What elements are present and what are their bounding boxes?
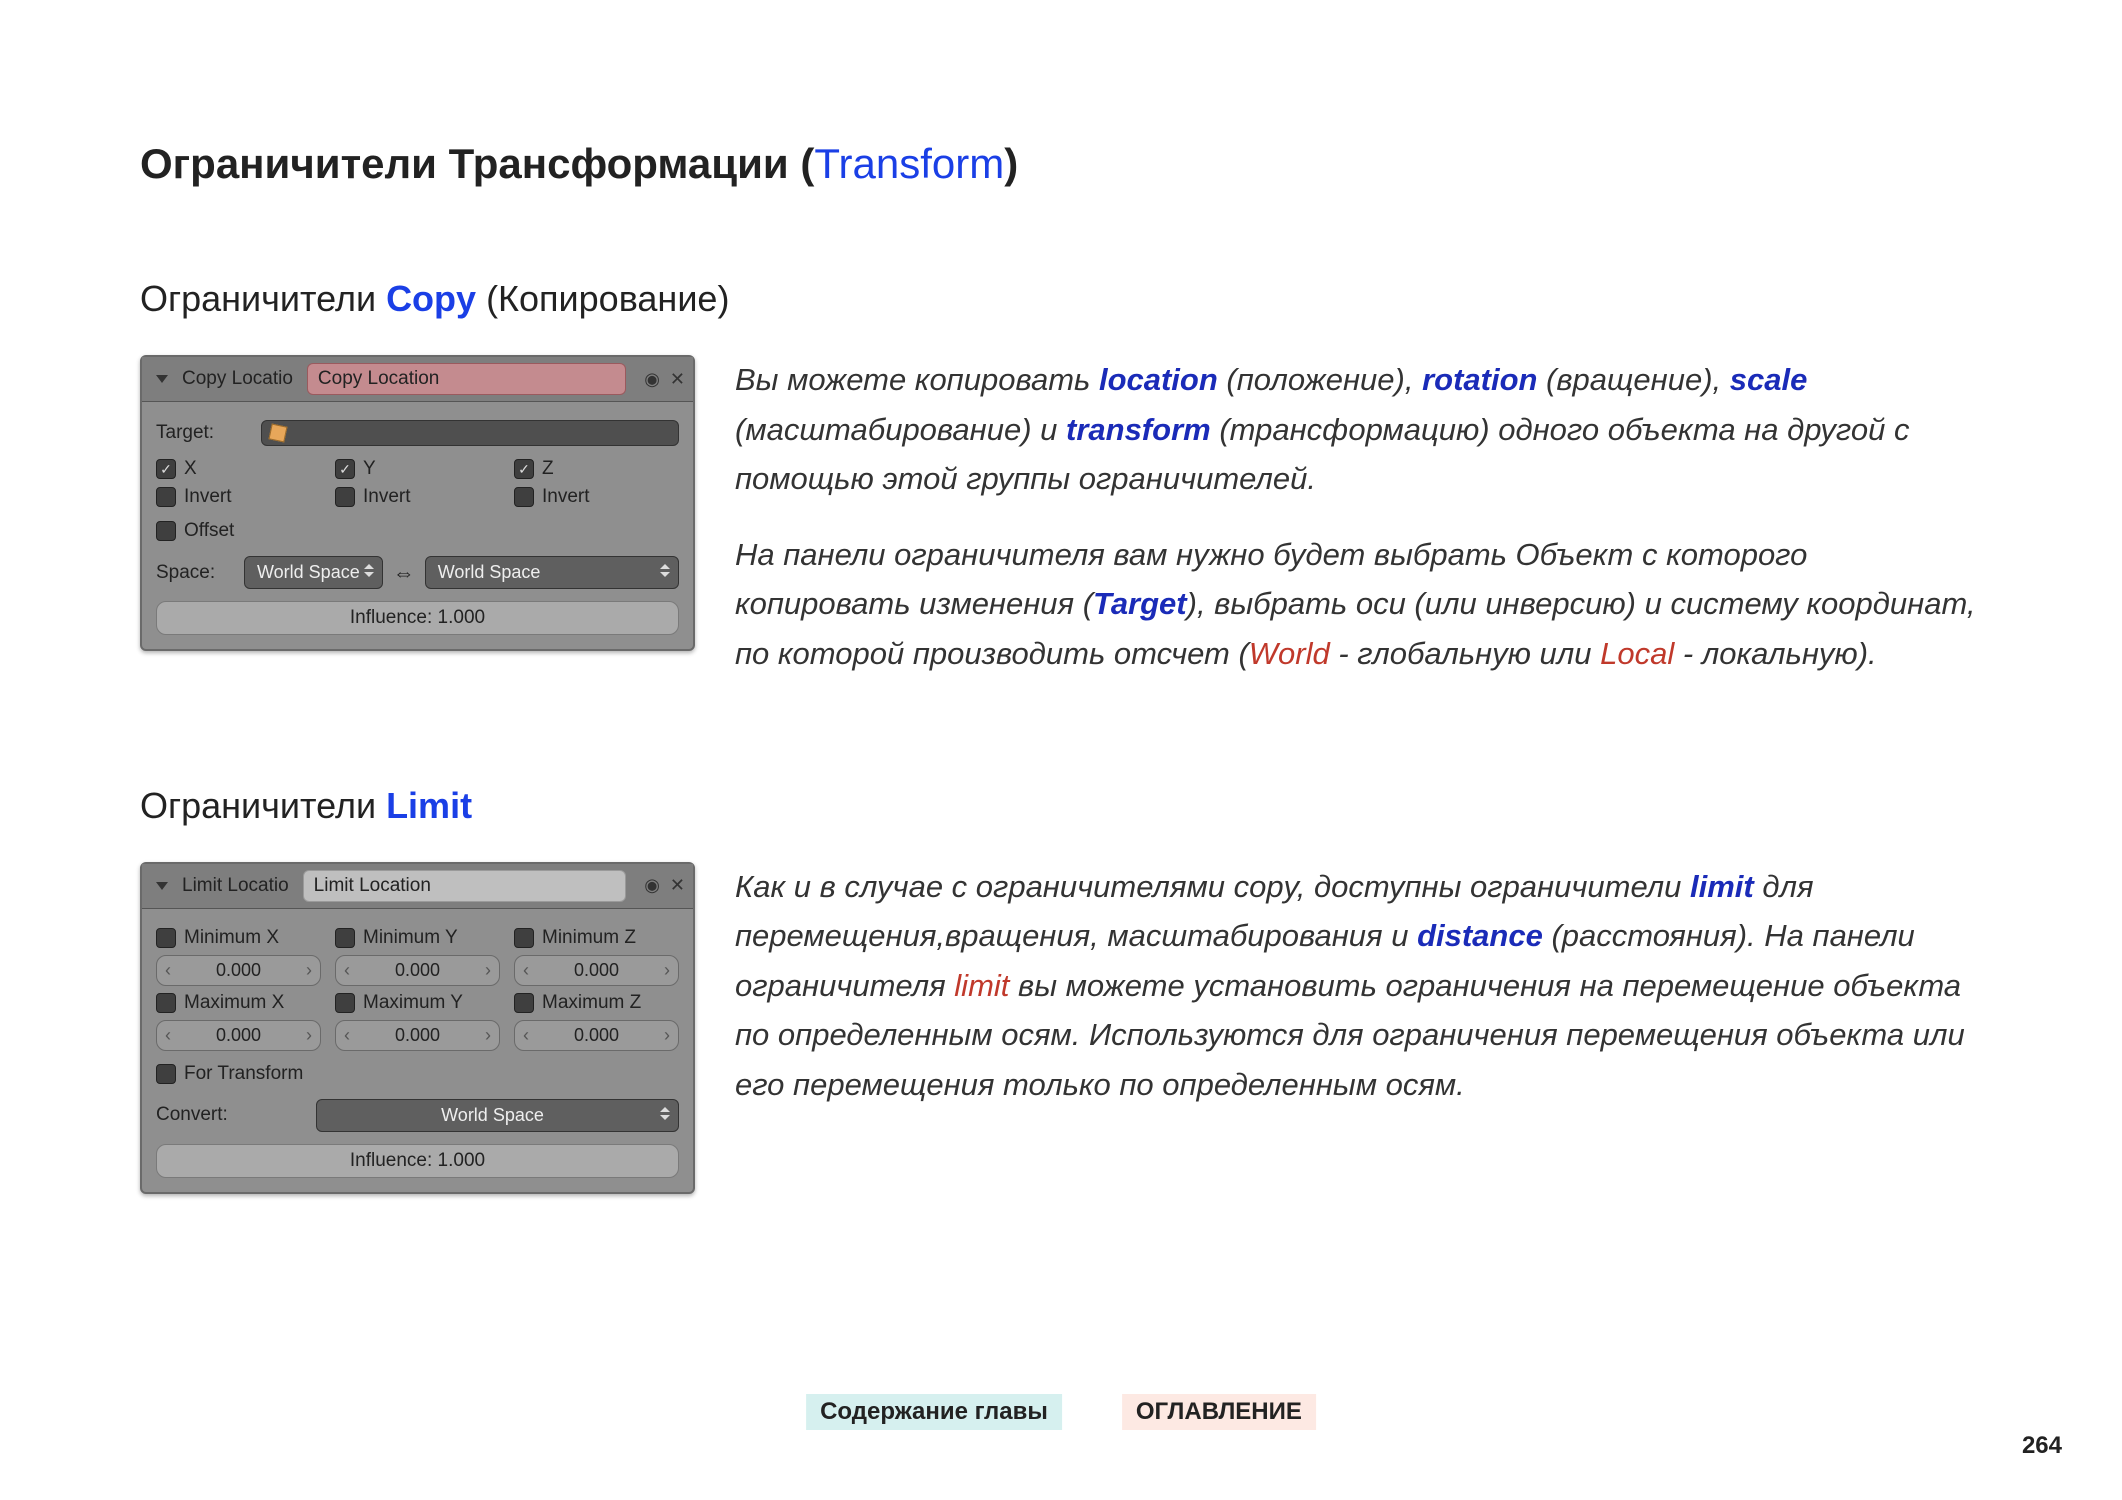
- checkbox-y[interactable]: ✓: [335, 459, 355, 479]
- space-label: Space:: [156, 562, 234, 584]
- checkbox-min-z[interactable]: [514, 928, 534, 948]
- space-to-dropdown[interactable]: World Space: [425, 556, 679, 589]
- space-from-dropdown[interactable]: World Space: [244, 556, 383, 589]
- checkbox-max-x[interactable]: [156, 993, 176, 1013]
- checkbox-min-x[interactable]: [156, 928, 176, 948]
- checkbox-min-y[interactable]: [335, 928, 355, 948]
- checkbox-invert-x[interactable]: [156, 487, 176, 507]
- checkbox-invert-y[interactable]: [335, 487, 355, 507]
- panel-header: Limit Locatio Limit Location ◉ ✕: [142, 864, 693, 909]
- title-main: Ограничители Трансформации (: [140, 140, 814, 187]
- title-close: ): [1004, 140, 1018, 187]
- copy-heading: Ограничители Copy (Копирование): [140, 278, 1982, 320]
- limit-description: Как и в случае с ограничителями copy, до…: [735, 862, 1982, 1136]
- limit-constraint-panel: Limit Locatio Limit Location ◉ ✕ Minimum…: [140, 862, 695, 1194]
- convert-label: Convert:: [156, 1104, 306, 1126]
- page-title: Ограничители Трансформации (Transform): [140, 140, 1982, 188]
- copy-description: Вы можете копировать location (положение…: [735, 355, 1982, 705]
- convert-dropdown[interactable]: World Space: [316, 1099, 679, 1132]
- page-number: 264: [2022, 1432, 2062, 1460]
- constraint-type: Copy Locatio: [182, 368, 293, 390]
- eye-icon[interactable]: ◉: [644, 875, 660, 896]
- panel-header: Copy Locatio Copy Location ◉ ✕: [142, 357, 693, 402]
- checkbox-z[interactable]: ✓: [514, 459, 534, 479]
- copy-constraint-panel: Copy Locatio Copy Location ◉ ✕ Target: ✓…: [140, 355, 695, 651]
- min-z-field[interactable]: 0.000: [514, 955, 679, 986]
- swap-icon: ⇔: [393, 560, 415, 586]
- title-link[interactable]: Transform: [814, 140, 1004, 187]
- checkbox-max-z[interactable]: [514, 993, 534, 1013]
- footer-nav: Содержание главы ОГЛАВЛЕНИЕ: [806, 1394, 1316, 1430]
- influence-slider[interactable]: Influence: 1.000: [156, 1144, 679, 1178]
- constraint-type: Limit Locatio: [182, 875, 289, 897]
- checkbox-for-transform[interactable]: [156, 1064, 176, 1084]
- target-field[interactable]: [261, 420, 679, 446]
- chapter-contents-link[interactable]: Содержание главы: [806, 1394, 1062, 1430]
- max-z-field[interactable]: 0.000: [514, 1020, 679, 1051]
- checkbox-invert-z[interactable]: [514, 487, 534, 507]
- min-x-field[interactable]: 0.000: [156, 955, 321, 986]
- limit-heading: Ограничители Limit: [140, 785, 1982, 827]
- collapse-icon[interactable]: [156, 375, 168, 383]
- target-label: Target:: [156, 422, 251, 444]
- close-icon[interactable]: ✕: [670, 875, 685, 896]
- collapse-icon[interactable]: [156, 882, 168, 890]
- influence-slider[interactable]: Influence: 1.000: [156, 601, 679, 635]
- checkbox-x[interactable]: ✓: [156, 459, 176, 479]
- constraint-name-field[interactable]: Copy Location: [307, 363, 626, 395]
- constraint-name-field[interactable]: Limit Location: [303, 870, 627, 902]
- max-x-field[interactable]: 0.000: [156, 1020, 321, 1051]
- toc-link[interactable]: ОГЛАВЛЕНИЕ: [1122, 1394, 1316, 1430]
- eye-icon[interactable]: ◉: [644, 369, 660, 390]
- close-icon[interactable]: ✕: [670, 369, 685, 390]
- max-y-field[interactable]: 0.000: [335, 1020, 500, 1051]
- object-icon: [269, 424, 288, 443]
- checkbox-offset[interactable]: [156, 521, 176, 541]
- min-y-field[interactable]: 0.000: [335, 955, 500, 986]
- checkbox-max-y[interactable]: [335, 993, 355, 1013]
